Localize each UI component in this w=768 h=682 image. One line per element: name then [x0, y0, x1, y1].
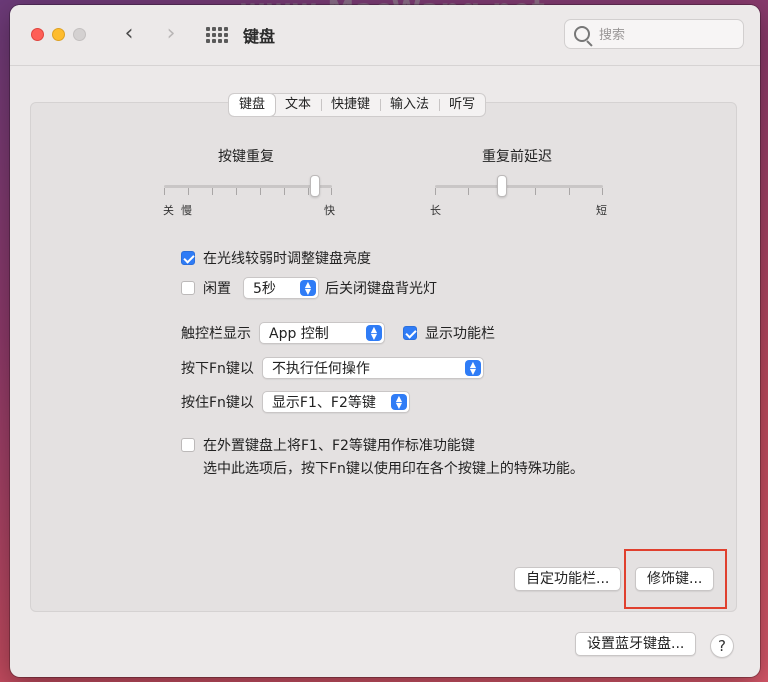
- tab-dictation[interactable]: 听写: [439, 94, 485, 116]
- backlight-off-checkbox[interactable]: [181, 281, 195, 295]
- popup-arrows-icon: ▲ ▼: [390, 394, 407, 410]
- key-repeat-track: [164, 185, 332, 188]
- title-bar: ‹ › 键盘: [10, 5, 760, 66]
- adjust-brightness-checkbox[interactable]: [181, 251, 195, 265]
- backlight-idle-value: 5秒: [253, 281, 276, 297]
- key-repeat-title: 按键重复: [218, 149, 274, 165]
- keyboard-preferences-window: ‹ › 键盘 键盘 文本 快捷键 输入法 听写 按键重复 关 慢 快: [10, 5, 760, 677]
- customize-control-strip-button[interactable]: 自定功能栏...: [514, 567, 622, 591]
- popup-arrows-icon: ▲ ▼: [300, 280, 316, 296]
- use-f-keys-checkbox[interactable]: [181, 438, 195, 452]
- hold-fn-label: 按住Fn键以: [181, 395, 254, 411]
- minimize-window-button[interactable]: [52, 28, 65, 41]
- touch-bar-shows-label: 触控栏显示: [181, 326, 251, 342]
- backlight-off-row: 闲置 5秒 ▲ ▼ 后关闭键盘背光灯: [181, 277, 437, 299]
- zoom-window-button[interactable]: [73, 28, 86, 41]
- touch-bar-row: 触控栏显示 App 控制 ▲ ▼ 显示功能栏: [181, 322, 495, 344]
- press-fn-value: 不执行任何操作: [271, 361, 370, 377]
- touch-bar-shows-value: App 控制: [269, 326, 329, 342]
- show-function-bar-label: 显示功能栏: [425, 326, 495, 342]
- delay-label-long: 长: [430, 204, 441, 217]
- key-repeat-label-slow: 慢: [181, 204, 192, 217]
- touch-bar-shows-popup[interactable]: App 控制 ▲ ▼: [259, 322, 385, 344]
- press-fn-popup[interactable]: 不执行任何操作 ▲ ▼: [261, 357, 484, 379]
- tab-input-sources[interactable]: 输入法: [380, 94, 439, 116]
- backlight-off-suffix: 后关闭键盘背光灯: [325, 281, 437, 297]
- adjust-brightness-label: 在光线较弱时调整键盘亮度: [203, 251, 371, 267]
- delay-until-repeat-track: [435, 185, 603, 188]
- delay-label-short: 短: [596, 204, 607, 217]
- forward-chevron-icon[interactable]: ›: [160, 21, 182, 47]
- show-function-bar-checkbox[interactable]: [403, 326, 417, 340]
- delay-until-repeat-knob[interactable]: [497, 175, 508, 197]
- hold-fn-popup[interactable]: 显示F1、F2等键 ▲ ▼: [261, 391, 410, 413]
- setup-bluetooth-keyboard-button[interactable]: 设置蓝牙键盘...: [575, 632, 697, 656]
- adjust-brightness-row[interactable]: 在光线较弱时调整键盘亮度: [181, 248, 371, 268]
- highlight-annotation-box: [624, 549, 727, 609]
- use-f-keys-label: 在外置键盘上将F1、F2等键用作标准功能键: [203, 438, 475, 454]
- help-button[interactable]: ?: [710, 634, 734, 658]
- tab-bar: 键盘 文本 快捷键 输入法 听写: [228, 93, 487, 117]
- back-chevron-icon[interactable]: ‹: [118, 21, 140, 47]
- use-f-keys-row[interactable]: 在外置键盘上将F1、F2等键用作标准功能键: [181, 435, 475, 455]
- backlight-idle-popup[interactable]: 5秒 ▲ ▼: [243, 277, 319, 299]
- window-title: 键盘: [243, 27, 276, 46]
- tab-text[interactable]: 文本: [275, 94, 321, 116]
- tab-shortcuts[interactable]: 快捷键: [321, 94, 380, 116]
- key-repeat-label-fast: 快: [324, 204, 335, 217]
- close-window-button[interactable]: [31, 28, 44, 41]
- backlight-off-prefix: 闲置: [203, 281, 231, 297]
- popup-arrows-icon: ▲ ▼: [366, 325, 382, 341]
- delay-until-repeat-title: 重复前延迟: [482, 149, 552, 165]
- key-repeat-label-off: 关: [163, 204, 174, 217]
- hold-fn-value: 显示F1、F2等键: [271, 395, 376, 411]
- tab-keyboard[interactable]: 键盘: [229, 94, 276, 116]
- use-f-keys-description: 选中此选项后，按下Fn键以使用印在各个按键上的特殊功能。: [203, 461, 584, 477]
- search-icon: [574, 26, 590, 42]
- search-field[interactable]: [564, 19, 744, 49]
- key-repeat-knob[interactable]: [310, 175, 321, 197]
- popup-arrows-icon: ▲ ▼: [464, 360, 481, 376]
- search-input[interactable]: [597, 24, 741, 46]
- show-all-grid-icon[interactable]: [206, 27, 228, 43]
- press-fn-row: 按下Fn键以 不执行任何操作 ▲ ▼: [181, 357, 484, 379]
- hold-fn-row: 按住Fn键以 显示F1、F2等键 ▲ ▼: [181, 391, 410, 413]
- press-fn-label: 按下Fn键以: [181, 361, 254, 377]
